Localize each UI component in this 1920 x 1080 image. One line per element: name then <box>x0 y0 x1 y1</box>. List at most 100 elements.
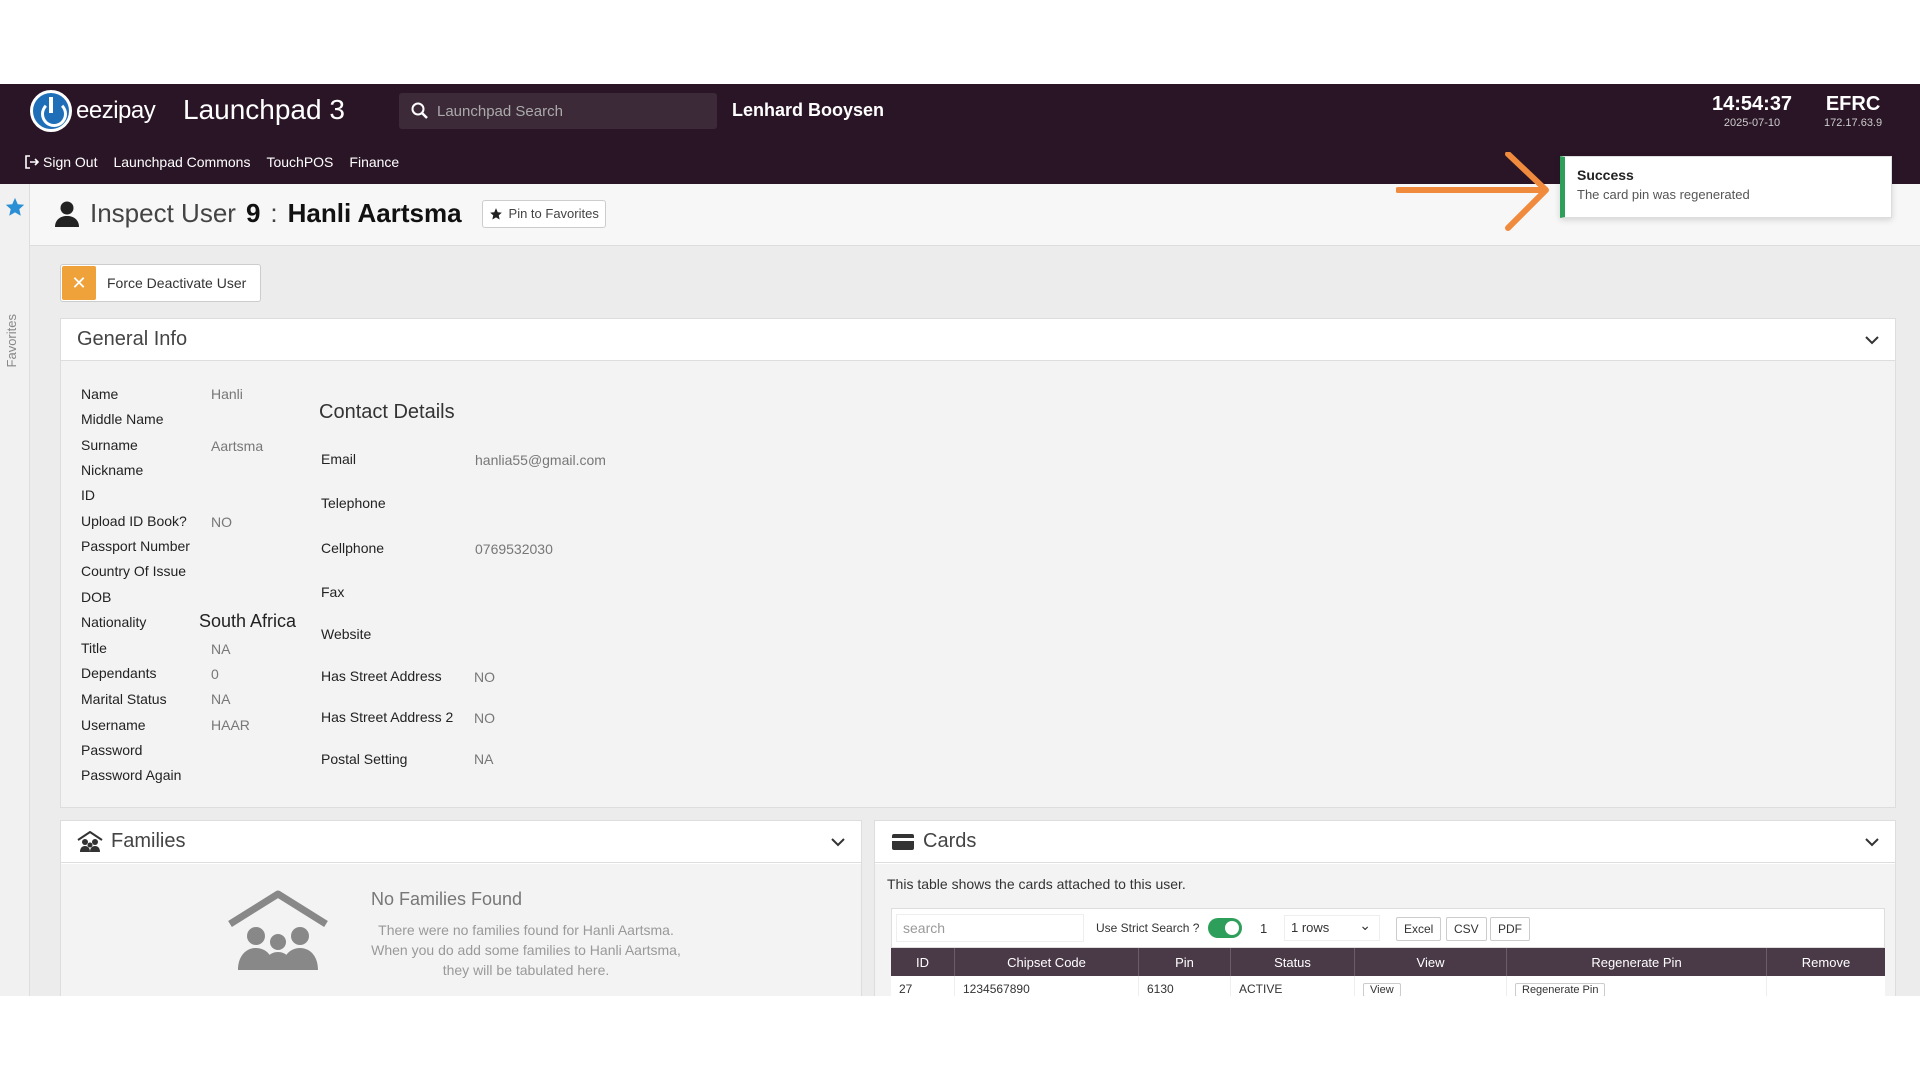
app-title: Launchpad 3 <box>183 94 345 125</box>
family-house-icon <box>228 890 328 970</box>
sign-out-label: Sign Out <box>43 154 98 170</box>
rows-per-page-select[interactable]: 1 rows <box>1284 915 1380 941</box>
contact-value: hanlia55@gmail.com <box>475 452 606 468</box>
success-toast[interactable]: Success The card pin was regenerated <box>1560 156 1892 218</box>
regenerate-pin-button[interactable]: Regenerate Pin <box>1515 983 1606 996</box>
force-deactivate-button[interactable]: ✕ Force Deactivate User <box>60 264 262 302</box>
field-label: Dependants <box>81 665 157 681</box>
field-label: Upload ID Book? <box>81 513 187 529</box>
field-label: Country Of Issue <box>81 563 187 579</box>
col-chipset-code[interactable]: Chipset Code <box>955 948 1139 976</box>
strict-search-toggle[interactable] <box>1208 918 1242 938</box>
field-label: Username <box>81 717 146 733</box>
families-header[interactable]: Families <box>61 821 861 863</box>
toast-message: The card pin was regenerated <box>1577 187 1750 202</box>
general-info-title: General Info <box>77 328 188 350</box>
col-id[interactable]: ID <box>891 948 955 976</box>
cards-title: Cards <box>923 830 977 852</box>
field-label: DOB <box>81 589 112 605</box>
col-status[interactable]: Status <box>1231 948 1355 976</box>
power-logo-icon <box>30 90 72 132</box>
toast-title: Success <box>1577 167 1634 183</box>
no-families-line: they will be tabulated here. <box>442 962 610 978</box>
nav-launchpad-commons[interactable]: Launchpad Commons <box>113 154 250 170</box>
contact-label: Cellphone <box>321 540 385 556</box>
favorites-rail[interactable]: Favorites <box>0 184 30 996</box>
col-pin[interactable]: Pin <box>1139 948 1231 976</box>
chevron-down-icon[interactable] <box>831 837 845 847</box>
cards-table-header: ID Chipset Code Pin Status View Regenera… <box>891 948 1885 976</box>
credit-card-icon <box>892 833 914 850</box>
nav-finance[interactable]: Finance <box>349 154 399 170</box>
chevron-down-icon[interactable] <box>1865 837 1879 847</box>
clock-date: 2025-07-10 <box>1723 117 1781 129</box>
cards-header[interactable]: Cards <box>875 821 1895 863</box>
export-excel-button[interactable]: Excel <box>1396 917 1442 941</box>
field-value: HAAR <box>211 717 250 733</box>
field-label: ID <box>81 487 95 503</box>
sign-out-link[interactable]: Sign Out <box>25 154 97 170</box>
table-row: 27 1234567890 6130 ACTIVE View Regenerat… <box>891 976 1885 996</box>
cards-note: This table shows the cards attached to t… <box>887 876 1186 892</box>
contact-value: 0769532030 <box>475 541 553 557</box>
contact-value: NO <box>474 710 495 726</box>
col-regenerate-pin[interactable]: Regenerate Pin <box>1507 948 1767 976</box>
page-number[interactable]: 1 <box>1260 921 1267 936</box>
general-info-body: Name Hanli Middle Name Surname Aartsma N… <box>61 361 1895 807</box>
cell-view: View <box>1355 976 1507 996</box>
view-button[interactable]: View <box>1363 983 1401 996</box>
star-icon <box>489 207 502 220</box>
contact-label: Website <box>321 626 372 642</box>
cards-table-toolbar: Use Strict Search ? 1 1 rows Excel CSV P… <box>891 908 1885 948</box>
launchpad-search[interactable] <box>399 93 717 129</box>
col-remove[interactable]: Remove <box>1767 948 1885 976</box>
close-icon: ✕ <box>62 266 96 300</box>
annotation-arrow-icon <box>1396 152 1549 231</box>
clock: 14:54:37 2025-07-10 <box>1712 93 1792 129</box>
no-families-line: There were no families found for Hanli A… <box>378 922 674 938</box>
search-icon <box>411 102 428 119</box>
pin-to-favorites-button[interactable]: Pin to Favorites <box>481 199 606 228</box>
families-panel: Families No Families Found There were no… <box>60 820 862 996</box>
title-user-name: Hanli Aartsma <box>287 198 462 228</box>
launchpad-search-input[interactable] <box>437 102 697 120</box>
page-title: Inspect User 9 : Hanli Aartsma Pin to Fa… <box>54 198 606 229</box>
title-prefix: Inspect User <box>90 198 236 228</box>
export-pdf-button[interactable]: PDF <box>1490 917 1530 941</box>
star-icon[interactable] <box>4 196 26 218</box>
server-info: EFRC 172.17.63.9 <box>1824 93 1882 129</box>
title-user-id: 9 <box>245 198 261 228</box>
logo[interactable]: eezipay <box>30 90 156 132</box>
cards-search-input[interactable] <box>896 914 1084 942</box>
field-label: Title <box>81 640 107 656</box>
general-info-panel: General Info Name Hanli Middle Name Surn… <box>60 318 1896 808</box>
contact-label: Postal Setting <box>321 751 408 767</box>
server-name: EFRC <box>1825 93 1881 115</box>
field-value: NA <box>211 641 231 657</box>
export-csv-button[interactable]: CSV <box>1446 917 1487 941</box>
field-label: Password <box>81 742 143 758</box>
contact-label: Telephone <box>321 495 386 511</box>
title-separator: : <box>270 198 278 228</box>
field-label: Middle Name <box>81 411 164 427</box>
general-info-header[interactable]: General Info <box>61 319 1895 361</box>
field-value: Aartsma <box>211 438 264 454</box>
nav-touchpos[interactable]: TouchPOS <box>266 154 333 170</box>
col-view[interactable]: View <box>1355 948 1507 976</box>
current-user-name[interactable]: Lenhard Booysen <box>732 100 884 121</box>
cell-status: ACTIVE <box>1231 976 1355 996</box>
clock-time: 14:54:37 <box>1712 93 1793 115</box>
field-label: Name <box>81 386 119 402</box>
field-label: Passport Number <box>81 538 190 554</box>
field-value: South Africa <box>199 611 297 631</box>
field-label: Nickname <box>81 462 144 478</box>
field-value: NO <box>211 514 232 530</box>
cards-panel: Cards This table shows the cards attache… <box>874 820 1896 996</box>
top-nav: Sign Out Launchpad Commons TouchPOS Fina… <box>25 154 399 170</box>
cell-chipset-code: 1234567890 <box>955 976 1139 996</box>
field-label: Nationality <box>81 614 147 630</box>
server-ip: 172.17.63.9 <box>1824 117 1883 129</box>
chevron-down-icon[interactable] <box>1865 335 1879 345</box>
no-families-line: When you do add some families to Hanli A… <box>371 942 681 958</box>
no-families-title: No Families Found <box>371 889 523 909</box>
